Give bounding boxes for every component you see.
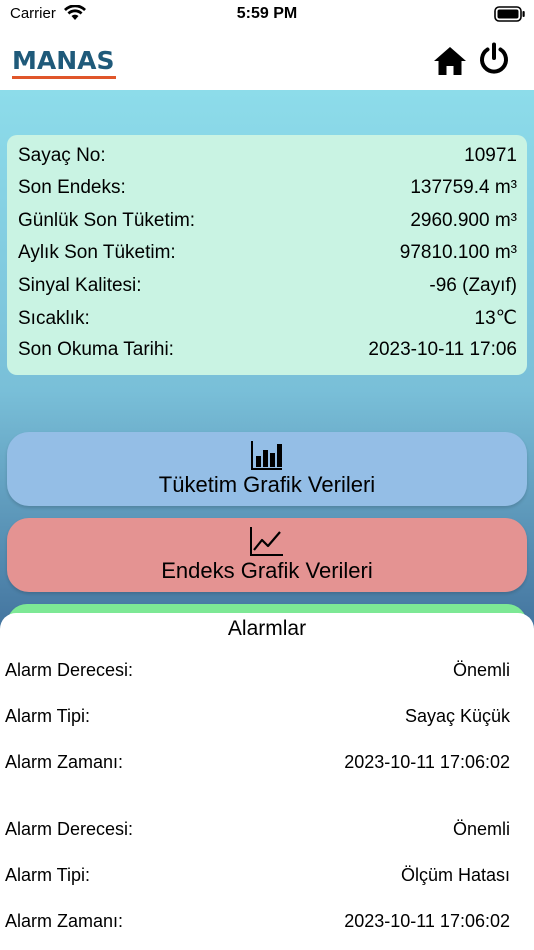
info-value: 97810.100 m³: [399, 242, 517, 264]
alarm-severity-label: Alarm Derecesi:: [5, 659, 134, 680]
alarm-time-value: 2023-10-11 17:06:02: [344, 751, 510, 772]
status-time: 5:59 PM: [236, 5, 298, 22]
alarm-separator: [0, 785, 534, 806]
info-value: 137759.4 m³: [410, 177, 517, 199]
alarms-title: Alarmlar: [227, 617, 307, 640]
alarm-type-value: Sayaç Küçük: [404, 705, 510, 726]
info-value: 13℃: [474, 307, 517, 329]
info-value: 10971: [464, 145, 517, 166]
alarm-time-row: Alarm Zamanı: 2023-10-11 17:06:02: [0, 898, 534, 944]
info-row-meter-no: Sayaç No: 10971: [18, 145, 517, 177]
home-icon[interactable]: [433, 45, 467, 77]
info-label: Sinyal Kalitesi:: [18, 274, 142, 296]
info-label: Günlük Son Tüketim:: [18, 209, 196, 231]
info-row-daily-consumption: Günlük Son Tüketim: 2960.900 m³: [18, 210, 517, 242]
info-value: 2023-10-11 17:06: [368, 339, 517, 361]
alarm-severity-value: Önemli: [452, 818, 510, 839]
alarm-severity-row: Alarm Derecesi: Önemli: [0, 647, 534, 693]
alarm-time-row: Alarm Zamanı: 2023-10-11 17:06:02: [0, 739, 534, 785]
info-row-signal-quality: Sinyal Kalitesi: -96 (Zayıf): [18, 275, 517, 307]
logo-text: MANAS: [12, 46, 115, 75]
nav-bar: MANAS: [0, 30, 534, 90]
consumption-chart-button[interactable]: Tüketim Grafik Verileri: [7, 432, 527, 506]
battery-icon: [494, 6, 525, 22]
alarm-severity-label: Alarm Derecesi:: [5, 818, 134, 839]
consumption-chart-label: Tüketim Grafik Verileri: [158, 472, 376, 497]
info-value: 2960.900 m³: [410, 209, 517, 231]
power-icon[interactable]: [478, 42, 510, 76]
info-value: -96 (Zayıf): [429, 274, 517, 296]
alarm-time-label: Alarm Zamanı:: [5, 910, 124, 931]
line-chart-icon: [250, 527, 283, 556]
info-row-temperature: Sıcaklık: 13℃: [18, 307, 517, 339]
info-label: Son Okuma Tarihi:: [18, 339, 174, 361]
alarm-severity-row: Alarm Derecesi: Önemli: [0, 806, 534, 852]
info-label: Sayaç No:: [18, 145, 106, 166]
alarm-type-value: Ölçüm Hatası: [400, 864, 510, 885]
bar-chart-icon: [251, 441, 282, 470]
alarm-item: Alarm Derecesi: Önemli Alarm Tipi: Sayaç…: [0, 647, 534, 785]
info-row-monthly-consumption: Aylık Son Tüketim: 97810.100 m³: [18, 242, 517, 274]
alarms-sheet: Alarmlar Alarm Derecesi: Önemli Alarm Ti…: [0, 613, 534, 950]
status-bar: Carrier 5:59 PM: [0, 0, 534, 30]
logo-underline: [12, 76, 116, 79]
alarm-type-label: Alarm Tipi:: [5, 705, 91, 726]
info-label: Aylık Son Tüketim:: [18, 242, 176, 264]
alarm-type-row: Alarm Tipi: Ölçüm Hatası: [0, 852, 534, 898]
index-chart-button[interactable]: Endeks Grafik Verileri: [7, 518, 527, 592]
info-row-last-index: Son Endeks: 137759.4 m³: [18, 177, 517, 209]
alarm-severity-value: Önemli: [452, 659, 510, 680]
alarm-time-label: Alarm Zamanı:: [5, 751, 124, 772]
alarm-item: Alarm Derecesi: Önemli Alarm Tipi: Ölçüm…: [0, 806, 534, 944]
info-label: Son Endeks:: [18, 177, 126, 199]
alarm-time-value: 2023-10-11 17:06:02: [344, 910, 510, 931]
meter-info-card: Sayaç No: 10971 Son Endeks: 137759.4 m³ …: [7, 135, 527, 375]
info-label: Sıcaklık:: [18, 307, 90, 329]
alarm-type-row: Alarm Tipi: Sayaç Küçük: [0, 693, 534, 739]
info-row-last-read-date: Son Okuma Tarihi: 2023-10-11 17:06: [18, 339, 517, 371]
manas-logo: MANAS: [12, 48, 116, 79]
alarm-type-label: Alarm Tipi:: [5, 864, 91, 885]
index-chart-label: Endeks Grafik Verileri: [161, 558, 373, 583]
